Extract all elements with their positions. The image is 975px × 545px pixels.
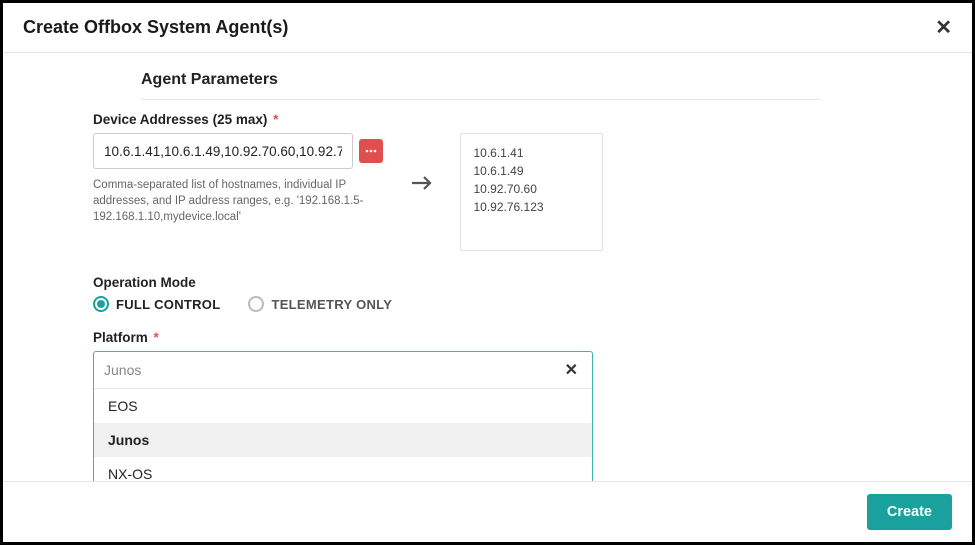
device-addresses-row: Comma-separated list of hostnames, indiv… (93, 133, 603, 251)
operation-mode-label: Operation Mode (93, 275, 603, 290)
section-agent-parameters: Agent Parameters (141, 63, 821, 100)
required-mark: * (154, 330, 159, 345)
preview-item: 10.92.70.60 (473, 180, 590, 198)
expand-icon[interactable] (359, 139, 383, 163)
modal-body-scroll[interactable]: Agent Parameters Device Addresses (25 ma… (3, 53, 972, 481)
preview-item: 10.92.76.123 (473, 198, 590, 216)
preview-item: 10.6.1.41 (473, 144, 590, 162)
device-addresses-input[interactable] (93, 133, 353, 169)
device-addresses-label: Device Addresses (25 max) * (93, 112, 603, 127)
device-addresses-help: Comma-separated list of hostnames, indiv… (93, 177, 383, 225)
modal-footer: Create (3, 481, 972, 542)
radio-label: TELEMETRY ONLY (271, 297, 392, 312)
radio-full-control[interactable]: FULL CONTROL (93, 296, 220, 312)
platform-option-nxos[interactable]: NX-OS (94, 457, 592, 481)
create-button[interactable]: Create (867, 494, 952, 530)
radio-telemetry-only[interactable]: TELEMETRY ONLY (248, 296, 392, 312)
clear-icon[interactable]: ✕ (561, 360, 582, 380)
section-title: Agent Parameters (141, 63, 821, 97)
platform-search-input[interactable] (104, 362, 561, 378)
preview-item: 10.6.1.49 (473, 162, 590, 180)
modal-dialog: Create Offbox System Agent(s) ✕ Agent Pa… (0, 0, 975, 545)
platform-label: Platform * (93, 330, 603, 345)
modal-title: Create Offbox System Agent(s) (23, 17, 288, 38)
operation-mode-group: FULL CONTROL TELEMETRY ONLY (93, 296, 603, 312)
radio-label: FULL CONTROL (116, 297, 220, 312)
device-addresses-preview: 10.6.1.41 10.6.1.49 10.92.70.60 10.92.76… (460, 133, 603, 251)
platform-option-junos[interactable]: Junos (94, 423, 592, 457)
platform-options-list: EOS Junos NX-OS (94, 389, 592, 481)
radio-icon (248, 296, 264, 312)
platform-combobox[interactable]: ✕ EOS Junos NX-OS (93, 351, 593, 481)
arrow-right-icon (409, 133, 434, 193)
close-icon[interactable]: ✕ (935, 18, 952, 38)
radio-icon (93, 296, 109, 312)
platform-option-eos[interactable]: EOS (94, 389, 592, 423)
modal-header: Create Offbox System Agent(s) ✕ (3, 3, 972, 53)
required-mark: * (273, 112, 278, 127)
